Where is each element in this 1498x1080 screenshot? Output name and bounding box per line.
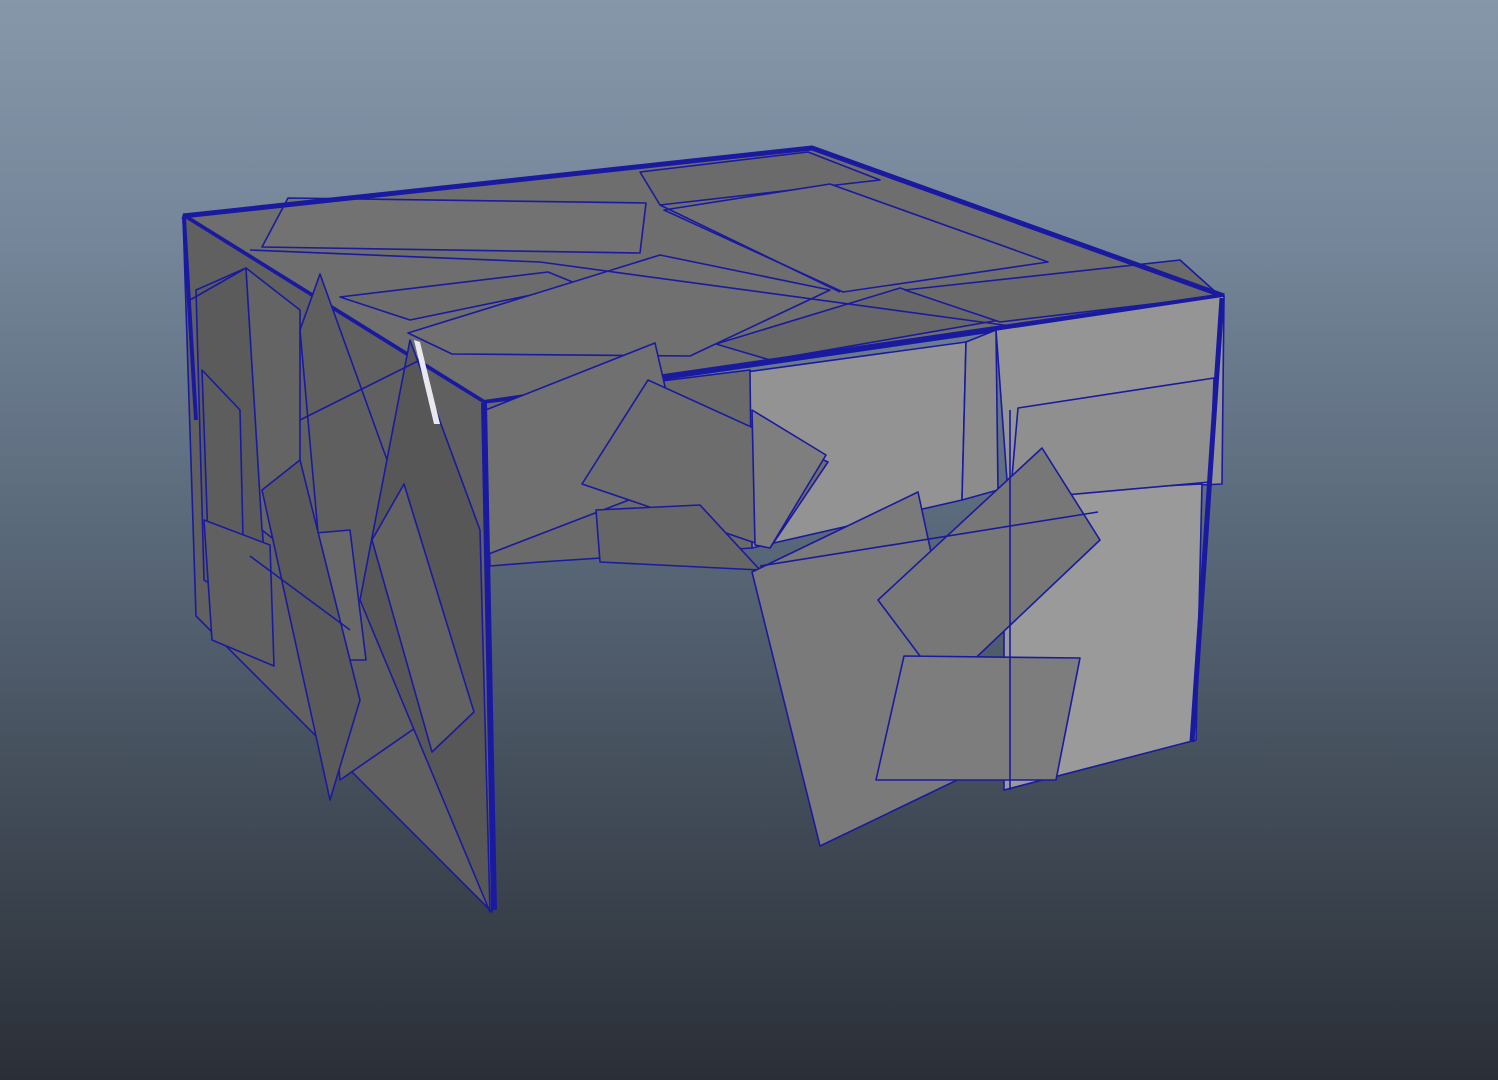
scene-canvas[interactable] [0, 0, 1498, 1080]
3d-viewport[interactable] [0, 0, 1498, 1080]
lower-shard [875, 655, 1081, 781]
top-shard [261, 197, 647, 254]
fractured-box-model[interactable] [181, 145, 1225, 913]
left-side-shard [203, 519, 275, 667]
right-front-panel [961, 329, 999, 501]
